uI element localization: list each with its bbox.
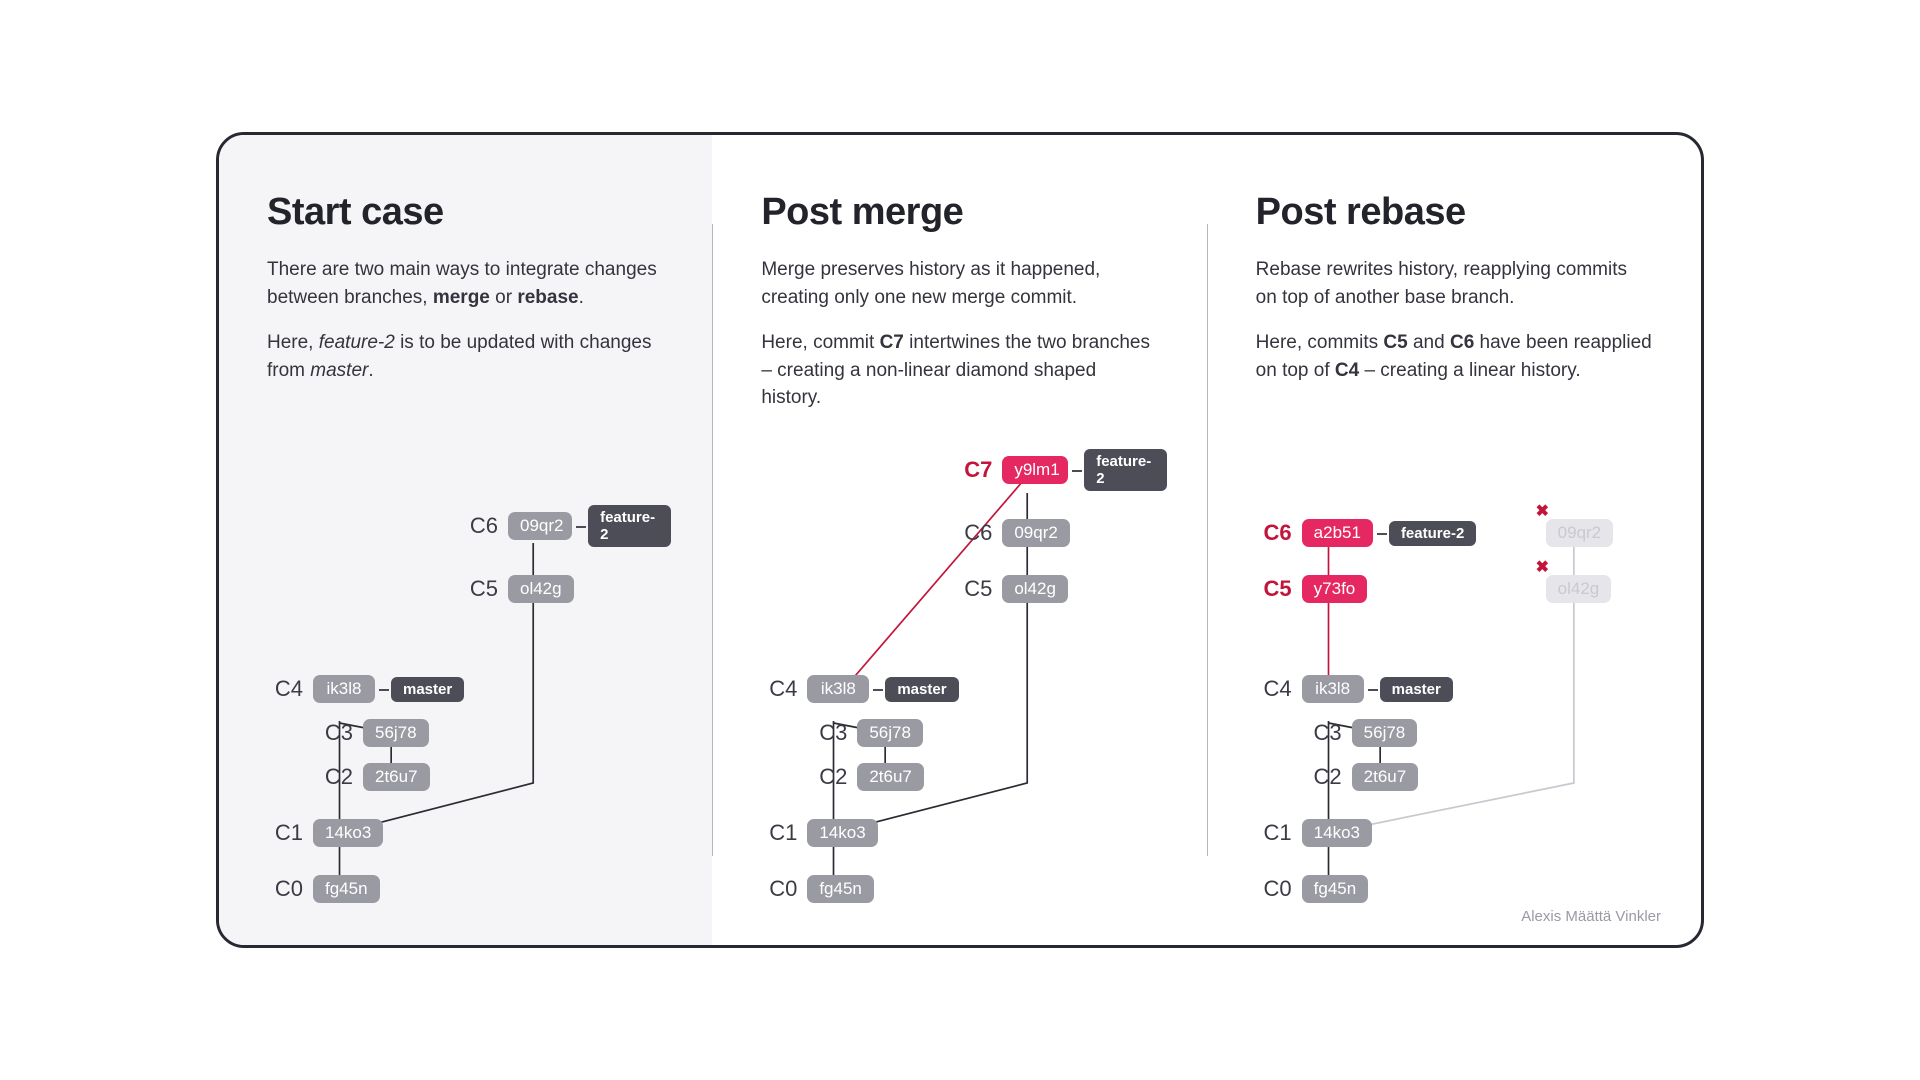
commit-c6: C6 09qr2 (956, 519, 1069, 547)
deleted-marker-icon: ✖ (1536, 501, 1549, 521)
graph-merge: C0 fg45n C1 14ko3 C2 2t6u7 C3 56j78 C4 i… (761, 433, 1158, 903)
branch-label-master: master (1380, 677, 1453, 702)
panel-post-rebase: Post rebase Rebase rewrites history, rea… (1208, 135, 1701, 945)
commit-c5: C5 ol42g (956, 575, 1068, 603)
commit-c0: C0 fg45n (267, 875, 380, 903)
commit-c4: C4 ik3l8 master (267, 675, 464, 703)
commit-c4: C4 ik3l8 master (1256, 675, 1453, 703)
commit-c1: C1 14ko3 (267, 819, 383, 847)
panel-title: Post rebase (1256, 191, 1653, 234)
diagram-frame: Start case There are two main ways to in… (216, 132, 1704, 948)
commit-c5-rebased: C5 y73fo (1256, 575, 1368, 603)
commit-c2: C2 2t6u7 (1306, 763, 1419, 791)
commit-c4: C4 ik3l8 master (761, 675, 958, 703)
panel-desc-1: Merge preserves history as it happened, … (761, 256, 1158, 311)
commit-c3: C3 56j78 (1306, 719, 1418, 747)
graph-rebase: C0 fg45n C1 14ko3 C2 2t6u7 C3 56j78 C4 i… (1256, 433, 1653, 903)
commit-c6-rebased: C6 a2b51 feature-2 (1256, 519, 1477, 547)
panel-start-case: Start case There are two main ways to in… (219, 135, 712, 945)
branch-label-master: master (391, 677, 464, 702)
commit-c5: C5 ol42g (462, 575, 574, 603)
commit-c6: C6 09qr2 feature-2 (462, 505, 671, 547)
branch-label-feature2: feature-2 (588, 505, 670, 547)
branch-label-feature2: feature-2 (1084, 449, 1167, 491)
panel-desc-2: Here, feature-2 is to be updated with ch… (267, 329, 664, 384)
commit-c5-ghost: ol42g (1546, 575, 1612, 603)
commit-c7: C7 y9lm1 feature-2 (956, 449, 1166, 491)
panel-desc-1: Rebase rewrites history, reapplying comm… (1256, 256, 1653, 311)
commit-c3: C3 56j78 (811, 719, 923, 747)
panel-desc-2: Here, commit C7 intertwines the two bran… (761, 329, 1158, 412)
commit-c3: C3 56j78 (317, 719, 429, 747)
panel-desc-1: There are two main ways to integrate cha… (267, 256, 664, 311)
attribution-text: Alexis Määttä Vinkler (1521, 908, 1661, 925)
branch-label-master: master (885, 677, 958, 702)
commit-c0: C0 fg45n (761, 875, 874, 903)
graph-start: C0 fg45n C1 14ko3 C2 2t6u7 C3 56j78 C4 i… (267, 433, 664, 903)
deleted-marker-icon: ✖ (1536, 557, 1549, 577)
commit-c1: C1 14ko3 (1256, 819, 1372, 847)
commit-c0: C0 fg45n (1256, 875, 1369, 903)
commit-c2: C2 2t6u7 (811, 763, 924, 791)
commit-c1: C1 14ko3 (761, 819, 877, 847)
panel-desc-2: Here, commits C5 and C6 have been reappl… (1256, 329, 1653, 384)
panel-post-merge: Post merge Merge preserves history as it… (713, 135, 1206, 945)
commit-c6-ghost: 09qr2 (1546, 519, 1613, 547)
branch-label-feature2: feature-2 (1389, 521, 1476, 546)
commit-c2: C2 2t6u7 (317, 763, 430, 791)
panel-title: Start case (267, 191, 664, 234)
panel-title: Post merge (761, 191, 1158, 234)
